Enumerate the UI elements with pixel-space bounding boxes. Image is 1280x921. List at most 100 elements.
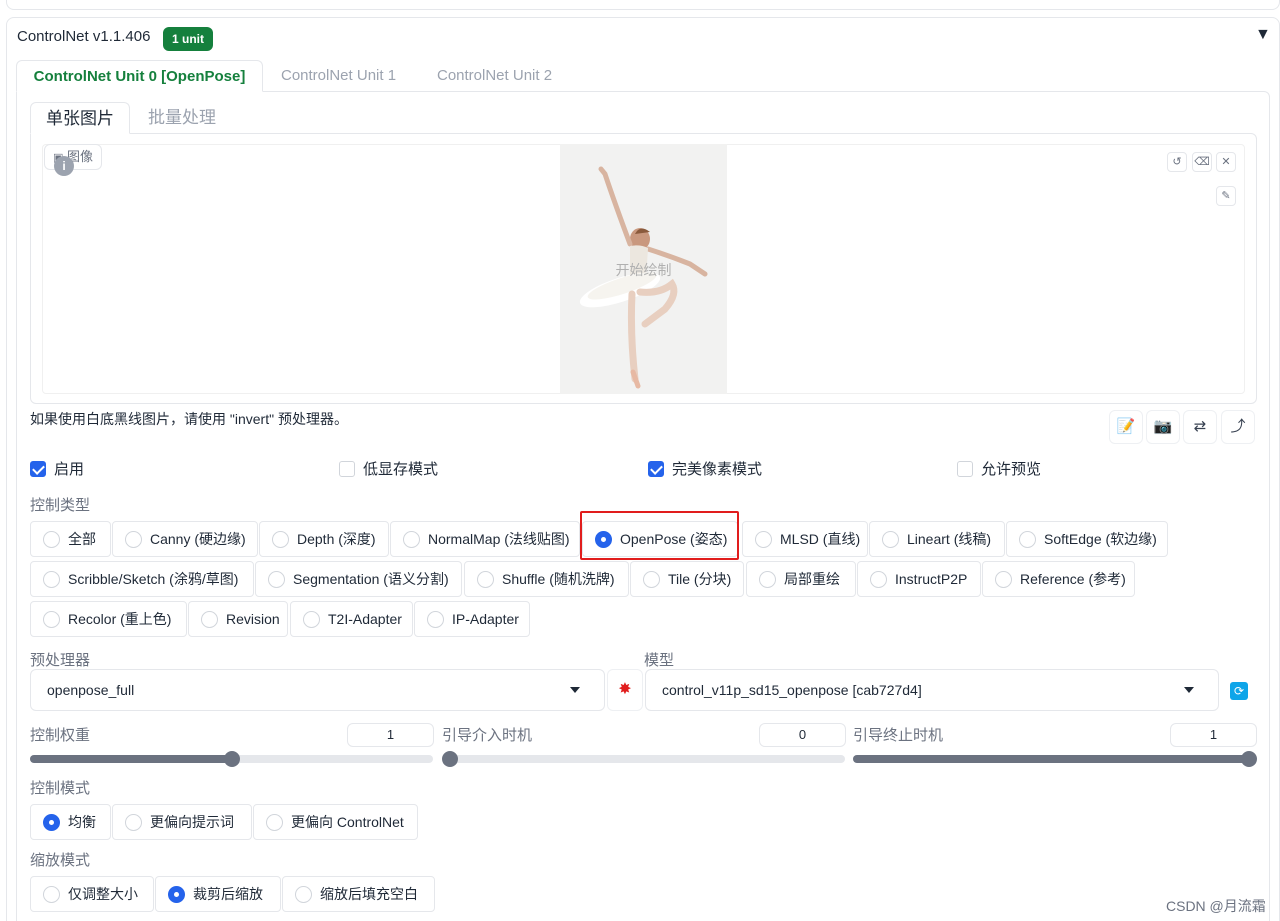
send-dimensions-icon[interactable]: ⤴ [1221,410,1255,444]
control-type-option[interactable]: T2I-Adapter [290,601,413,637]
resize-mode-label: 缩放模式 [30,852,91,869]
slider-start-value[interactable]: 0 [759,723,846,747]
radio-dot[interactable] [477,571,494,588]
brush-icon[interactable]: ✎ [1216,186,1236,206]
radio-dot[interactable] [43,571,60,588]
radio-dot[interactable] [759,571,776,588]
radio-dot[interactable] [272,531,289,548]
checkbox-low-vram[interactable]: 低显存模式 [339,460,438,480]
slider-end-value[interactable]: 1 [1170,723,1257,747]
slider-fill [853,755,1249,763]
slider-weight-value[interactable]: 1 [347,723,434,747]
control-type-option[interactable]: Recolor (重上色) [30,601,187,637]
radio-dot[interactable] [755,531,772,548]
slider-end-label: 引导终止时机 [853,727,944,744]
control-type-option[interactable]: Tile (分块) [630,561,744,597]
radio-dot[interactable] [1019,531,1036,548]
control-type-option[interactable]: InstructP2P [857,561,981,597]
control-type-option[interactable]: Scribble/Sketch (涂鸦/草图) [30,561,254,597]
control-type-option[interactable]: IP-Adapter [414,601,530,637]
info-icon[interactable]: i [54,156,74,176]
radio-dot[interactable] [295,886,312,903]
control-type-option[interactable]: Depth (深度) [259,521,389,557]
checkbox-pixel-perfect[interactable]: 完美像素模式 [648,460,762,480]
tab-single-image[interactable]: 单张图片 [30,102,130,134]
tab-unit-0[interactable]: ControlNet Unit 0 [OpenPose] [16,60,263,92]
resize-mode-option[interactable]: 缩放后填充空白 [282,876,435,912]
control-type-option[interactable]: Shuffle (随机洗牌) [464,561,629,597]
checkbox-box[interactable] [30,461,46,477]
webcam-icon[interactable]: 📷 [1146,410,1180,444]
checkbox-allow-preview[interactable]: 允许预览 [957,460,1041,480]
radio-dot[interactable] [201,611,218,628]
radio-dot[interactable] [43,886,60,903]
radio-dot[interactable] [43,814,60,831]
collapse-toggle-icon[interactable]: ▼ [1255,26,1271,44]
checkbox-box[interactable] [957,461,973,477]
radio-dot[interactable] [995,571,1012,588]
undo-icon[interactable]: ↺ [1167,152,1187,172]
radio-dot[interactable] [403,531,420,548]
invert-hint: 如果使用白底黑线图片，请使用 "invert" 预处理器。 [30,411,348,427]
control-mode-option[interactable]: 更偏向提示词 [112,804,252,840]
control-type-label: 控制类型 [30,497,91,514]
control-type-option[interactable]: NormalMap (法线贴图) [390,521,580,557]
checkbox-box[interactable] [339,461,355,477]
previous-panel-edge [6,0,1280,10]
control-mode-option-selected[interactable]: 均衡 [30,804,111,840]
radio-dot[interactable] [268,571,285,588]
radio-dot[interactable] [43,531,60,548]
chevron-down-icon [570,687,580,693]
run-preprocessor-icon[interactable]: ✸ [607,669,643,711]
control-type-option[interactable]: Revision [188,601,288,637]
radio-dot[interactable] [870,571,887,588]
tab-unit-2[interactable]: ControlNet Unit 2 [437,60,552,92]
radio-dot[interactable] [43,611,60,628]
model-dropdown[interactable]: control_v11p_sd15_openpose [cab727d4] [645,669,1219,711]
slider-end-track[interactable] [853,751,1257,767]
preprocessor-label: 预处理器 [30,652,91,669]
slider-start-track[interactable] [442,751,845,767]
model-label: 模型 [644,652,675,669]
slider-weight-track[interactable] [30,751,433,767]
new-canvas-icon[interactable]: 📝 [1109,410,1143,444]
control-type-option[interactable]: 全部 [30,521,111,557]
radio-dot[interactable] [168,886,185,903]
mirror-swap-icon[interactable]: ⇄ [1183,410,1217,444]
radio-dot[interactable] [266,814,283,831]
unit-count-badge: 1 unit [163,27,213,51]
control-type-option[interactable]: Segmentation (语义分割) [255,561,462,597]
control-type-option[interactable]: MLSD (直线) [742,521,868,557]
control-type-option[interactable]: Reference (参考) [982,561,1135,597]
draw-placeholder: 开始绘制 [615,262,672,278]
refresh-models-icon[interactable]: ⟳ [1230,682,1248,700]
radio-dot[interactable] [303,611,320,628]
radio-dot[interactable] [125,531,142,548]
slider-end-handle[interactable] [1241,751,1257,767]
tab-batch[interactable]: 批量处理 [148,102,216,134]
slider-start-handle[interactable] [442,751,458,767]
openpose-highlight-box [580,511,739,560]
control-mode-option[interactable]: 更偏向 ControlNet [253,804,418,840]
resize-mode-option-selected[interactable]: 裁剪后缩放 [155,876,281,912]
controlnet-title: ControlNet v1.1.406 [17,28,151,45]
checkbox-enable[interactable]: 启用 [30,460,84,480]
close-icon[interactable]: ✕ [1216,152,1236,172]
control-type-option[interactable]: 局部重绘 [746,561,856,597]
checkbox-box[interactable] [648,461,664,477]
radio-dot[interactable] [427,611,444,628]
radio-dot[interactable] [125,814,142,831]
radio-dot[interactable] [882,531,899,548]
control-type-option[interactable]: SoftEdge (软边缘) [1006,521,1168,557]
control-type-option[interactable]: Canny (硬边缘) [112,521,258,557]
eraser-icon[interactable]: ⌫ [1192,152,1212,172]
preprocessor-dropdown[interactable]: openpose_full [30,669,605,711]
chevron-down-icon [1184,687,1194,693]
control-type-option[interactable]: Lineart (线稿) [869,521,1005,557]
slider-fill [30,755,232,763]
tab-unit-1[interactable]: ControlNet Unit 1 [281,60,396,92]
slider-start-label: 引导介入时机 [442,727,533,744]
slider-weight-handle[interactable] [223,751,240,767]
resize-mode-option[interactable]: 仅调整大小 [30,876,154,912]
radio-dot[interactable] [643,571,660,588]
